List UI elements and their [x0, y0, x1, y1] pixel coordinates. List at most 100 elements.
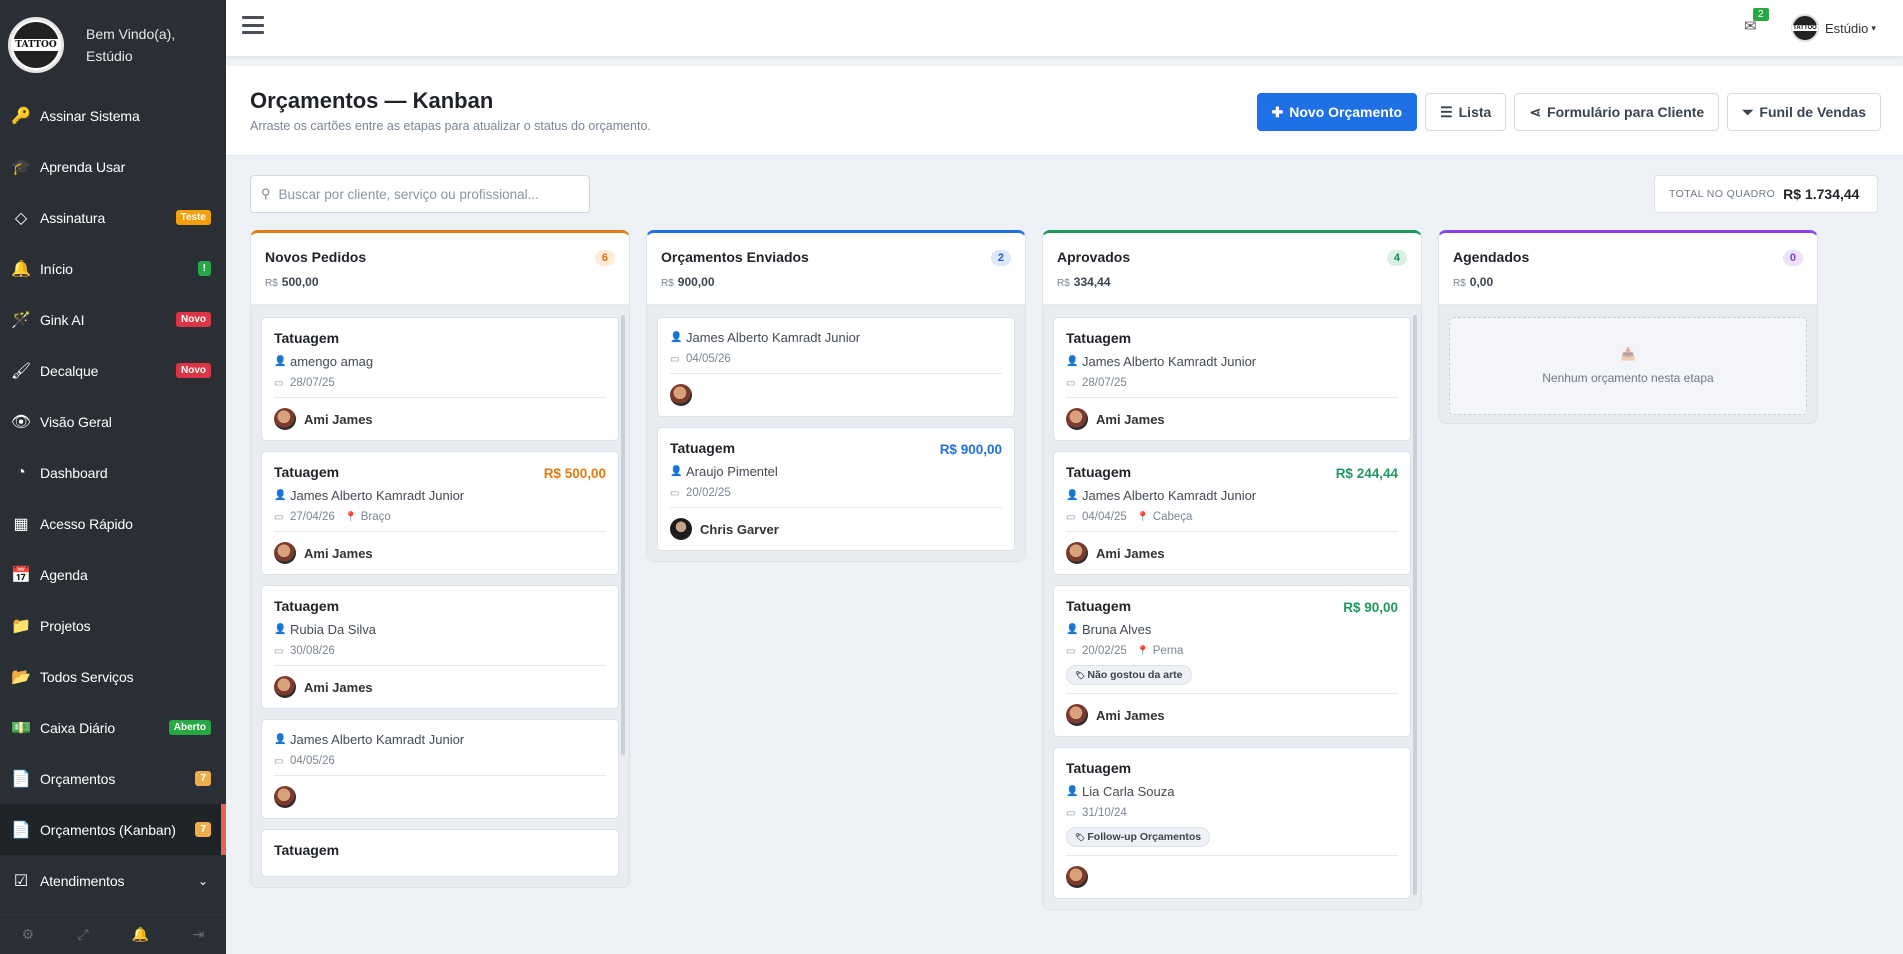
budget-card[interactable]: Tatuagem 👤 amengo amag ▭ 28/07/25 Ami James — [261, 317, 619, 441]
card-client: 👤 James Alberto Kamradt Junior — [274, 732, 606, 747]
sidebar-item[interactable]: ☑ Atendimentos ⌄ — [0, 855, 226, 906]
plus-icon: ✚ — [1271, 103, 1284, 120]
sidebar-item-label: Orçamentos (Kanban) — [40, 821, 176, 838]
settings-icon[interactable]: ⚙ — [22, 926, 35, 943]
sidebar-item-badge: Novo — [176, 363, 211, 378]
new-budget-button[interactable]: ✚ Novo Orçamento — [1256, 93, 1418, 131]
sidebar-item-badge: Novo — [176, 312, 211, 327]
client-form-label: Formulário para Cliente — [1547, 104, 1705, 120]
calendar-icon: ▭ — [274, 755, 284, 767]
column-sum-value: 500,00 — [281, 275, 319, 289]
card-meta: ▭ 04/04/25 📍 Cabeça — [1066, 511, 1398, 523]
column-sum-currency: R$ — [661, 278, 674, 289]
logout-icon[interactable]: ⇥ — [193, 926, 205, 943]
sidebar-item[interactable]: 📁 Projetos — [0, 600, 226, 651]
budget-card[interactable]: 👤 James Alberto Kamradt Junior ▭ 04/05/26 — [261, 719, 619, 819]
column-sum: R$ 334,44 — [1057, 275, 1407, 289]
sidebar-item[interactable]: 🖌 Decalque Novo — [0, 345, 226, 396]
budget-card[interactable]: Tatuagem R$ 900,00 👤 Araujo Pimentel ▭ 20/02/… — [657, 427, 1015, 551]
sales-funnel-label: Funil de Vendas — [1759, 104, 1866, 120]
column-scrollbar[interactable] — [621, 315, 625, 755]
sidebar-item[interactable]: ◔ Dashboard — [0, 447, 226, 498]
budget-card[interactable]: Tatuagem R$ 244,44 👤 James Alberto Kamradt … — [1053, 451, 1411, 575]
budget-card[interactable]: Tatuagem R$ 90,00 👤 Bruna Alves ▭ 20/02/25 📍 Pe… — [1053, 585, 1411, 737]
card-list: Tatuagem 👤 James Alberto Kamradt Junior ▭ 28… — [1043, 305, 1421, 899]
sidebar-item[interactable]: 🎓 Aprenda Usar — [0, 141, 226, 192]
sidebar-item[interactable]: 📂 Todos Serviços — [0, 651, 226, 702]
budget-card[interactable]: Tatuagem — [261, 829, 619, 877]
welcome-user: Estúdio — [86, 48, 133, 64]
client-name: amengo amag — [290, 354, 374, 369]
card-title: Tatuagem — [1066, 760, 1132, 776]
client-form-button[interactable]: ⋖ Formulário para Cliente — [1514, 93, 1720, 131]
calendar-icon: ▭ — [1066, 645, 1076, 657]
card-client: 👤 James Alberto Kamradt Junior — [1066, 488, 1398, 503]
card-list: 👤 James Alberto Kamradt Junior ▭ 04/05/26 Ta… — [647, 305, 1025, 551]
card-tag: 🏷 Follow-up Orçamentos — [1066, 827, 1211, 847]
artist-name: Ami James — [1096, 411, 1165, 427]
client-name: James Alberto Kamradt Junior — [686, 330, 861, 345]
card-footer — [274, 775, 606, 808]
sidebar-item-badge: Aberto — [168, 720, 211, 735]
artist-name: Ami James — [1096, 545, 1165, 561]
card-meta: ▭ 27/04/26 📍 Braço — [274, 511, 606, 523]
sidebar-item[interactable]: 📅 Agenda — [0, 549, 226, 600]
card-client: 👤 Araujo Pimentel — [670, 464, 1002, 479]
list-icon: ☰ — [1440, 103, 1453, 120]
calendar-icon: ▭ — [1066, 377, 1076, 389]
budget-card[interactable]: Tatuagem 👤 James Alberto Kamradt Junior ▭ 28… — [1053, 317, 1411, 441]
budget-card[interactable]: Tatuagem R$ 500,00 👤 James Alberto Kamradt … — [261, 451, 619, 575]
welcome-line: Bem Vindo(a), — [86, 26, 176, 42]
user-menu[interactable]: TATTOO Estúdio ▾ — [1791, 14, 1876, 42]
card-date: 04/05/26 — [290, 755, 335, 767]
client-name: James Alberto Kamradt Junior — [290, 488, 465, 503]
sidebar-item-label: Caixa Diário — [40, 719, 116, 736]
sidebar-item[interactable]: ◇ Assinatura Teste — [0, 192, 226, 243]
client-name: Araujo Pimentel — [686, 464, 778, 479]
search-box[interactable]: ⚲ — [250, 175, 590, 213]
card-date: 20/02/25 — [1082, 645, 1127, 657]
column-header: Aprovados R$ 334,44 4 — [1043, 233, 1421, 305]
column-header: Orçamentos Enviados R$ 900,00 2 — [647, 233, 1025, 305]
column-count-badge: 2 — [990, 250, 1011, 266]
sidebar-item-badge: Teste — [175, 210, 211, 225]
mail-icon[interactable]: ✉ 2 — [1744, 8, 1769, 35]
studio-logo[interactable]: TATTOO — [8, 17, 64, 73]
sidebar-item[interactable]: 👁 Visão Geral — [0, 396, 226, 447]
column-header: Novos Pedidos R$ 500,00 6 — [251, 233, 629, 305]
notifications-icon[interactable]: 🔔 — [132, 926, 149, 943]
column-sum: R$ 0,00 — [1453, 275, 1803, 289]
sidebar-item-label: Assinatura — [40, 209, 106, 226]
tag-icon: 🏷 — [1075, 671, 1088, 680]
artist-name: Ami James — [304, 545, 373, 561]
sidebar-item[interactable]: 🔔 Início! — [0, 243, 226, 294]
bell-icon: 🔔 — [11, 260, 31, 278]
diamond-icon: ◇ — [14, 209, 28, 227]
sidebar-item[interactable]: 📄 Orçamentos (Kanban) 7 — [0, 804, 226, 855]
card-date: 04/05/26 — [686, 353, 731, 365]
card-price: R$ 500,00 — [543, 466, 606, 481]
hamburger-menu-button[interactable] — [242, 16, 264, 34]
sidebar-item[interactable]: ▦ Acesso Rápido — [0, 498, 226, 549]
artist-avatar — [1066, 542, 1088, 564]
budget-card[interactable]: 👤 James Alberto Kamradt Junior ▭ 04/05/26 — [657, 317, 1015, 417]
graduation-cap-icon: 🎓 — [11, 158, 31, 176]
check-square-icon: ☑ — [13, 872, 29, 890]
budget-card[interactable]: Tatuagem 👤 Lia Carla Souza ▭ 31/10/24 🏷 Follo… — [1053, 747, 1411, 899]
budget-card[interactable]: Tatuagem 👤 Rubia Da Silva ▭ 30/08/26 Ami Jame… — [261, 585, 619, 709]
sidebar-item[interactable]: 🪄 Gink AI Novo — [0, 294, 226, 345]
fullscreen-icon[interactable]: ⤢ — [77, 926, 88, 943]
card-client: 👤 James Alberto Kamradt Junior — [1066, 354, 1398, 369]
chevron-down-icon[interactable]: ⌄ — [198, 874, 208, 888]
column-scrollbar[interactable] — [1413, 315, 1417, 895]
card-date: 27/04/26 — [290, 511, 335, 523]
sidebar-item[interactable]: 🔑 Assinar Sistema — [0, 90, 226, 141]
search-input[interactable] — [278, 186, 569, 202]
sales-funnel-button[interactable]: ⏷ Funil de Vendas — [1727, 93, 1881, 131]
sidebar-item[interactable]: 📄 Orçamentos 7 — [0, 753, 226, 804]
sidebar-item[interactable]: 💵 Caixa Diário Aberto — [0, 702, 226, 753]
artist-name: Chris Garver — [700, 521, 779, 537]
list-view-button[interactable]: ☰ Lista — [1425, 93, 1507, 131]
folder-icon: 📁 — [11, 617, 31, 635]
header-actions: ✚ Novo Orçamento ☰ Lista ⋖ Formulário para … — [1256, 93, 1881, 131]
